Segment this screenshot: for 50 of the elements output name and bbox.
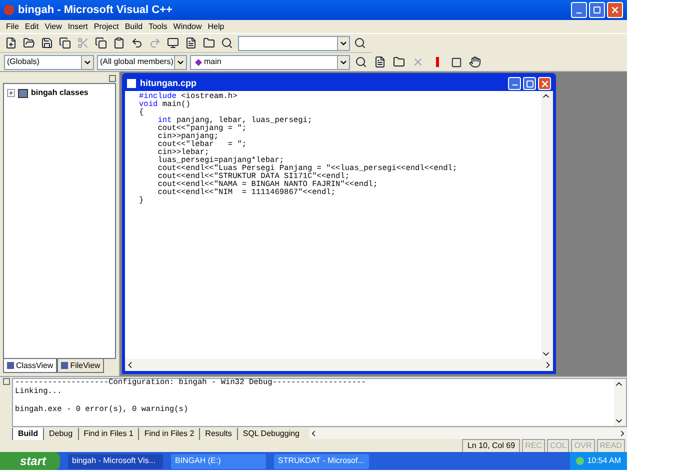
pane-close-icon[interactable] bbox=[109, 75, 116, 82]
maximize-button[interactable] bbox=[523, 77, 536, 90]
expander-icon[interactable] bbox=[7, 89, 15, 97]
tray-icon bbox=[576, 457, 584, 465]
scroll-right-icon[interactable] bbox=[618, 429, 627, 438]
start-button[interactable]: start bbox=[0, 452, 60, 470]
horizontal-scrollbar[interactable] bbox=[308, 428, 627, 439]
scope-combo[interactable]: (Globals) bbox=[4, 54, 94, 70]
menu-item[interactable]: Tools bbox=[148, 20, 168, 32]
maximize-button[interactable] bbox=[589, 2, 605, 18]
save-icon[interactable] bbox=[40, 35, 55, 51]
output-tab[interactable]: Build bbox=[12, 428, 43, 440]
workspace-tab[interactable]: ClassView bbox=[3, 359, 58, 373]
workspace-tab[interactable]: FileView bbox=[57, 359, 104, 373]
menu-item[interactable]: Insert bbox=[68, 20, 88, 32]
menu-item[interactable]: Help bbox=[208, 20, 224, 32]
vertical-scrollbar[interactable] bbox=[541, 91, 553, 359]
pane-close-icon[interactable] bbox=[2, 378, 10, 385]
maximize-icon bbox=[526, 80, 534, 88]
menu-item[interactable]: Build bbox=[124, 20, 143, 32]
window-title: bingah - Microsoft Visual C++ bbox=[18, 2, 174, 18]
close-icon bbox=[610, 5, 620, 15]
find-icon[interactable] bbox=[353, 35, 368, 51]
clock: 10:54 AM bbox=[587, 455, 621, 467]
tree-item[interactable]: bingah classes bbox=[31, 87, 88, 99]
editor-title: hitungan.cpp bbox=[140, 76, 198, 90]
minimize-button[interactable] bbox=[508, 77, 521, 90]
taskbar-button[interactable]: STRUKDAT - Microsof... bbox=[274, 454, 369, 468]
maximize-icon bbox=[593, 6, 601, 14]
app-icon bbox=[4, 5, 14, 15]
members-combo[interactable]: (All global members) bbox=[97, 54, 187, 70]
menu-item[interactable]: File bbox=[6, 20, 19, 32]
vertical-scrollbar[interactable] bbox=[614, 379, 626, 426]
menu-item[interactable]: Window bbox=[173, 20, 202, 32]
function-combo[interactable]: main bbox=[190, 54, 350, 70]
taskbar-button[interactable]: BINGAH (E:) bbox=[171, 454, 266, 468]
find-field[interactable] bbox=[238, 36, 350, 50]
menu-item[interactable]: Project bbox=[94, 20, 119, 32]
menu-item[interactable]: View bbox=[44, 20, 62, 32]
hand-icon[interactable] bbox=[467, 54, 483, 70]
horizontal-scrollbar[interactable] bbox=[125, 359, 553, 371]
close-button[interactable] bbox=[607, 2, 623, 18]
taskbar-button[interactable]: bingah - Microsoft Vis... bbox=[68, 454, 163, 468]
minimize-button[interactable] bbox=[571, 2, 587, 18]
menu-item[interactable]: Edit bbox=[24, 20, 39, 32]
copy-icon[interactable] bbox=[94, 35, 109, 51]
output-tab[interactable]: Find in Files 1 bbox=[78, 428, 138, 440]
close-icon bbox=[540, 78, 550, 88]
close-button[interactable] bbox=[538, 77, 551, 90]
find-in-files-icon[interactable] bbox=[220, 35, 235, 51]
